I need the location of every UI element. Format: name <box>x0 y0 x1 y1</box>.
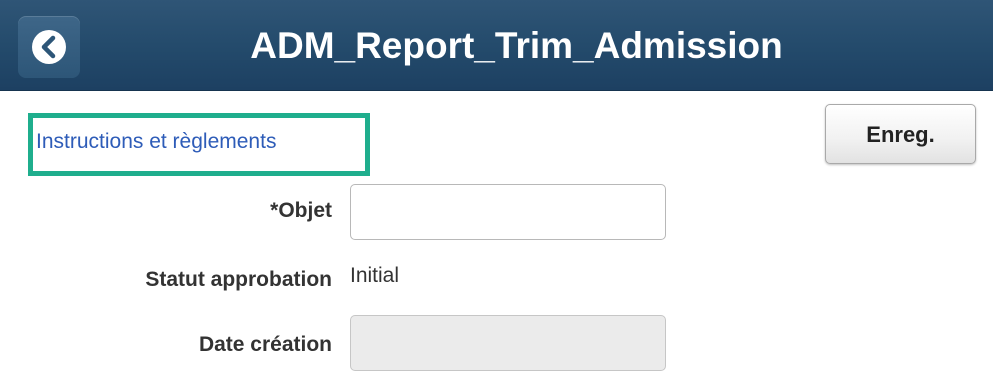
header-bar: ADM_Report_Trim_Admission <box>0 0 993 91</box>
page-title: ADM_Report_Trim_Admission <box>250 25 783 66</box>
subject-input[interactable] <box>350 184 666 240</box>
approval-status-label: Statut approbation <box>145 268 332 291</box>
save-button[interactable]: Enreg. <box>825 104 976 164</box>
creation-date-label: Date création <box>198 333 332 356</box>
creation-date-field <box>350 315 666 371</box>
subject-label: *Objet <box>270 199 332 222</box>
approval-status-value: Initial <box>350 264 400 287</box>
instructions-link[interactable]: Instructions et règlements <box>36 130 276 154</box>
